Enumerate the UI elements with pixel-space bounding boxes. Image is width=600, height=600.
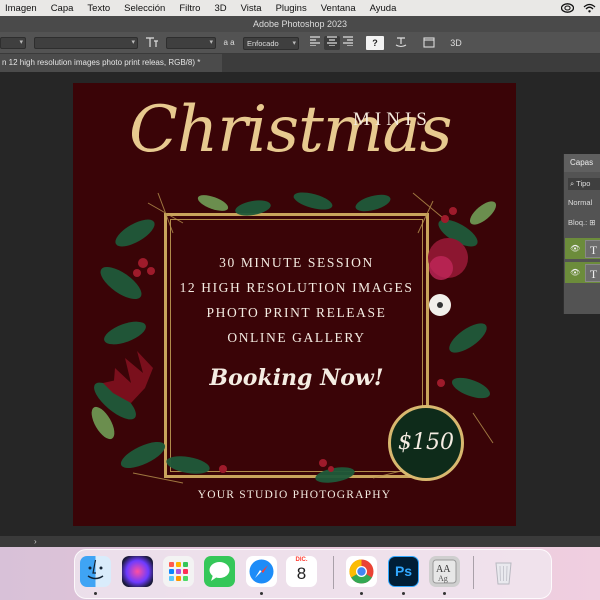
menu-ventana[interactable]: Ventana [314,3,363,14]
creative-cloud-icon[interactable] [560,2,574,13]
document-canvas[interactable]: Christmas MINIS 30 MINUTE SESSION 12 HIG… [73,83,516,526]
photoshop-icon[interactable]: Ps [388,556,419,587]
window-title: Adobe Photoshop 2023 [0,16,600,32]
search-icon: ⌕ [570,179,575,188]
menu-imagen[interactable]: Imagen [0,3,44,14]
antialias-label: a a [223,38,235,47]
booking-cta: Booking Now! [209,365,384,391]
messages-icon[interactable] [204,556,235,587]
running-indicator [443,592,446,595]
chevron-down-icon: ▾ [131,39,135,46]
layer-filter[interactable]: ⌕ Tipo [568,178,600,190]
calendar-day: 8 [296,564,307,583]
warp-text-icon[interactable] [394,36,408,50]
wifi-icon[interactable] [582,2,596,13]
detail-line: 30 MINUTE SESSION [219,255,374,270]
eye-icon[interactable]: 👁 [570,244,580,253]
align-right-icon[interactable] [341,36,355,50]
running-indicator [360,592,363,595]
lock-pixels-icon[interactable]: ⊞ [589,218,595,227]
menu-texto[interactable]: Texto [80,3,117,14]
eye-icon[interactable]: 👁 [570,268,580,277]
menu-bar: Imagen Capa Texto Selección Filtro 3D Vi… [0,0,600,16]
finder-icon[interactable] [80,556,111,587]
minis-heading: MINIS [353,109,432,130]
calendar-icon[interactable]: DIC. 8 [286,556,317,587]
align-center-icon[interactable] [324,36,340,50]
layer-thumb: T [585,264,600,282]
tool-preset-field[interactable]: ▾ [0,37,26,49]
running-indicator [402,592,405,595]
chevron-down-icon: ▾ [292,40,296,47]
lock-label: Bloq.: ⊞ [568,218,596,227]
tab-capas[interactable]: Capas [564,154,600,172]
text-color-swatch[interactable]: ? [366,36,384,50]
launchpad-icon[interactable] [163,556,194,587]
layer-filter-value: Tipo [576,179,591,188]
menu-capa[interactable]: Capa [44,3,81,14]
menu-3d[interactable]: 3D [207,3,233,14]
options-bar: ▾ ▾ ▾ a a Enfocado ▾ ? 3D [0,32,600,54]
menu-ayuda[interactable]: Ayuda [363,3,404,14]
layer-row[interactable]: 👁 T [565,262,600,284]
detail-line: PHOTO PRINT RELEASE [206,305,387,320]
3d-icon[interactable]: 3D [448,36,464,50]
safari-icon[interactable] [246,556,277,587]
price-badge: $150 [388,405,464,481]
calendar-month: DIC. [295,557,308,563]
layer-thumb: T [585,240,600,258]
font-size-field[interactable]: ▾ [166,37,216,49]
antialias-value: Enfocado [247,39,279,48]
character-panel-icon[interactable] [422,36,436,50]
dock-separator [473,556,474,589]
font-book-icon[interactable]: AA Ag [429,556,460,587]
document-tab[interactable]: n 12 high resolution images photo print … [0,54,222,72]
chevron-down-icon: ▾ [19,39,23,46]
layer-row[interactable]: 👁 T [565,238,600,260]
document-tab-bar: n 12 high resolution images photo print … [0,54,600,72]
status-arrow[interactable]: › [34,536,37,547]
antialias-select[interactable]: Enfocado ▾ [243,37,299,50]
detail-line: ONLINE GALLERY [227,330,366,345]
status-bar: › [0,536,600,547]
svg-text:Ag: Ag [438,574,448,583]
siri-icon[interactable] [122,556,153,587]
trash-icon[interactable] [488,556,519,587]
running-indicator [260,592,263,595]
menu-filtro[interactable]: Filtro [172,3,207,14]
layers-panel: Capas ⌕ Tipo Normal Bloq.: ⊞ 👁 T 👁 T [563,154,600,314]
menu-plugins[interactable]: Plugins [269,3,314,14]
lock-label-text: Bloq.: [568,218,588,227]
menu-vista[interactable]: Vista [234,3,269,14]
chevron-down-icon: ▾ [209,39,213,46]
detail-line: 12 HIGH RESOLUTION IMAGES [179,280,414,295]
blend-mode-select[interactable]: Normal [568,198,592,207]
chrome-icon[interactable] [346,556,377,587]
running-indicator [94,592,97,595]
font-size-icon [144,36,160,50]
menu-seleccion[interactable]: Selección [117,3,172,14]
studio-name: YOUR STUDIO PHOTOGRAPHY [197,489,392,501]
font-family-field[interactable]: ▾ [34,37,138,49]
align-left-icon[interactable] [308,36,322,50]
dock-separator [333,556,334,589]
